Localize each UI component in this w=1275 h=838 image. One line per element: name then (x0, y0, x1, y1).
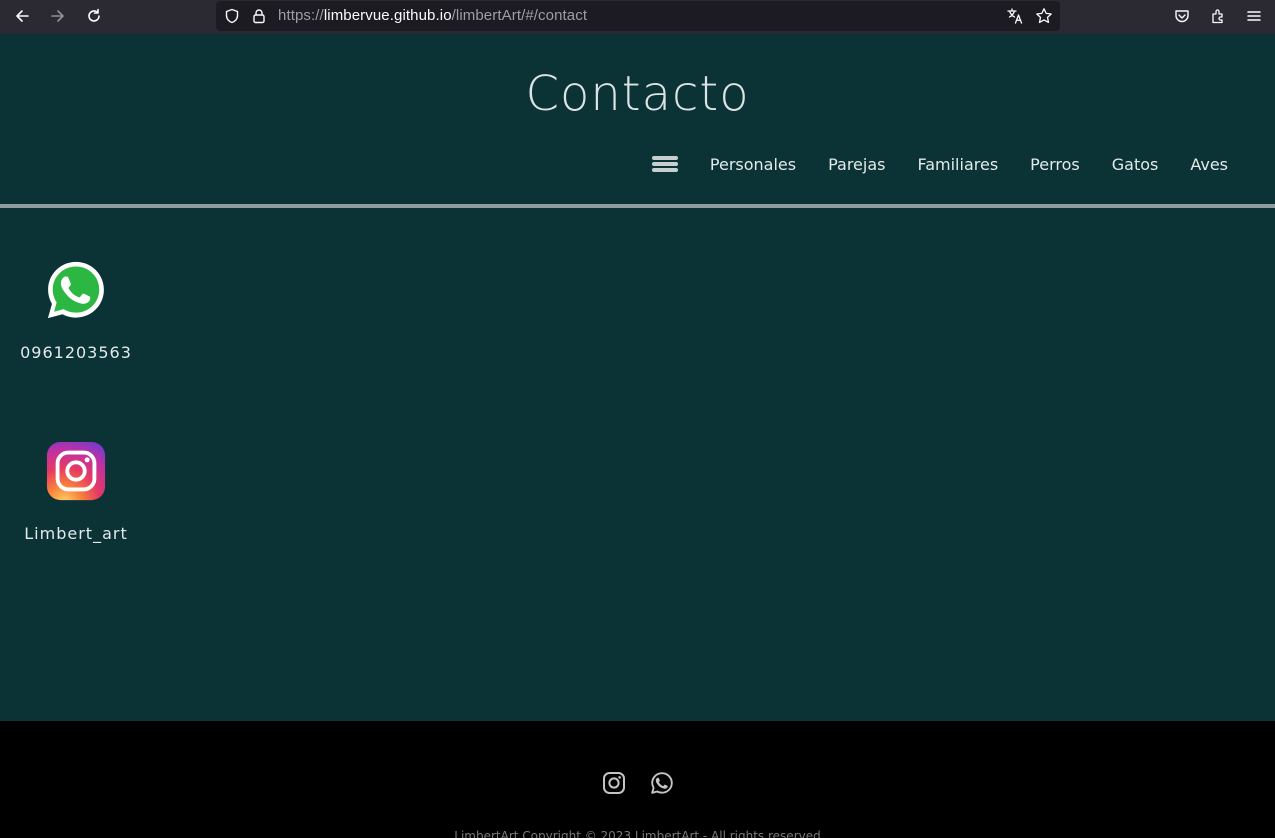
menu-icon[interactable] (1241, 4, 1267, 28)
nav-item-perros[interactable]: Perros (1030, 155, 1080, 174)
back-arrow-icon[interactable] (9, 4, 35, 28)
nav-item-aves[interactable]: Aves (1190, 155, 1228, 174)
whatsapp-icon[interactable] (45, 259, 107, 321)
whatsapp-number[interactable]: 0961203563 (16, 343, 136, 362)
footer: LimbertArt Copyright © 2023 LimbertArt -… (0, 721, 1275, 838)
url-scheme: https:// (278, 7, 324, 24)
nav-item-personales[interactable]: Personales (710, 155, 796, 174)
extensions-icon[interactable] (1205, 4, 1231, 28)
whatsapp-icon[interactable] (650, 771, 674, 795)
header-divider (0, 204, 1275, 208)
instagram-icon[interactable] (602, 771, 626, 795)
lock-icon[interactable] (246, 4, 272, 28)
nav-item-parejas[interactable]: Parejas (828, 155, 885, 174)
copyright-text: LimbertArt Copyright © 2023 LimbertArt -… (454, 829, 821, 838)
url-path: /limbertArt/#/contact (451, 7, 588, 24)
reload-icon[interactable] (81, 4, 107, 28)
instagram-handle[interactable]: Limbert_art (16, 524, 136, 543)
star-icon[interactable] (1031, 4, 1057, 28)
address-bar[interactable]: https://limbervue.github.io/limbertArt/#… (216, 1, 1060, 31)
translate-icon[interactable] (1002, 4, 1028, 28)
browser-toolbar: https://limbervue.github.io/limbertArt/#… (0, 0, 1275, 34)
instagram-icon[interactable] (45, 440, 107, 502)
page-title: Contacto (525, 66, 750, 122)
main-nav: Personales Parejas Familiares Perros Gat… (651, 150, 1228, 178)
footer-social-links (0, 771, 1275, 795)
contact-whatsapp[interactable]: 0961203563 (16, 259, 136, 362)
hamburger-menu-icon[interactable] (651, 153, 678, 175)
contact-instagram[interactable]: Limbert_art (16, 440, 136, 543)
pocket-icon[interactable] (1169, 4, 1195, 28)
nav-item-familiares[interactable]: Familiares (917, 155, 998, 174)
shield-icon[interactable] (219, 4, 245, 28)
url-text[interactable]: https://limbervue.github.io/limbertArt/#… (278, 7, 587, 24)
nav-item-gatos[interactable]: Gatos (1112, 155, 1159, 174)
url-host: limbervue.github.io (323, 7, 452, 24)
forward-arrow-icon[interactable] (45, 4, 71, 28)
